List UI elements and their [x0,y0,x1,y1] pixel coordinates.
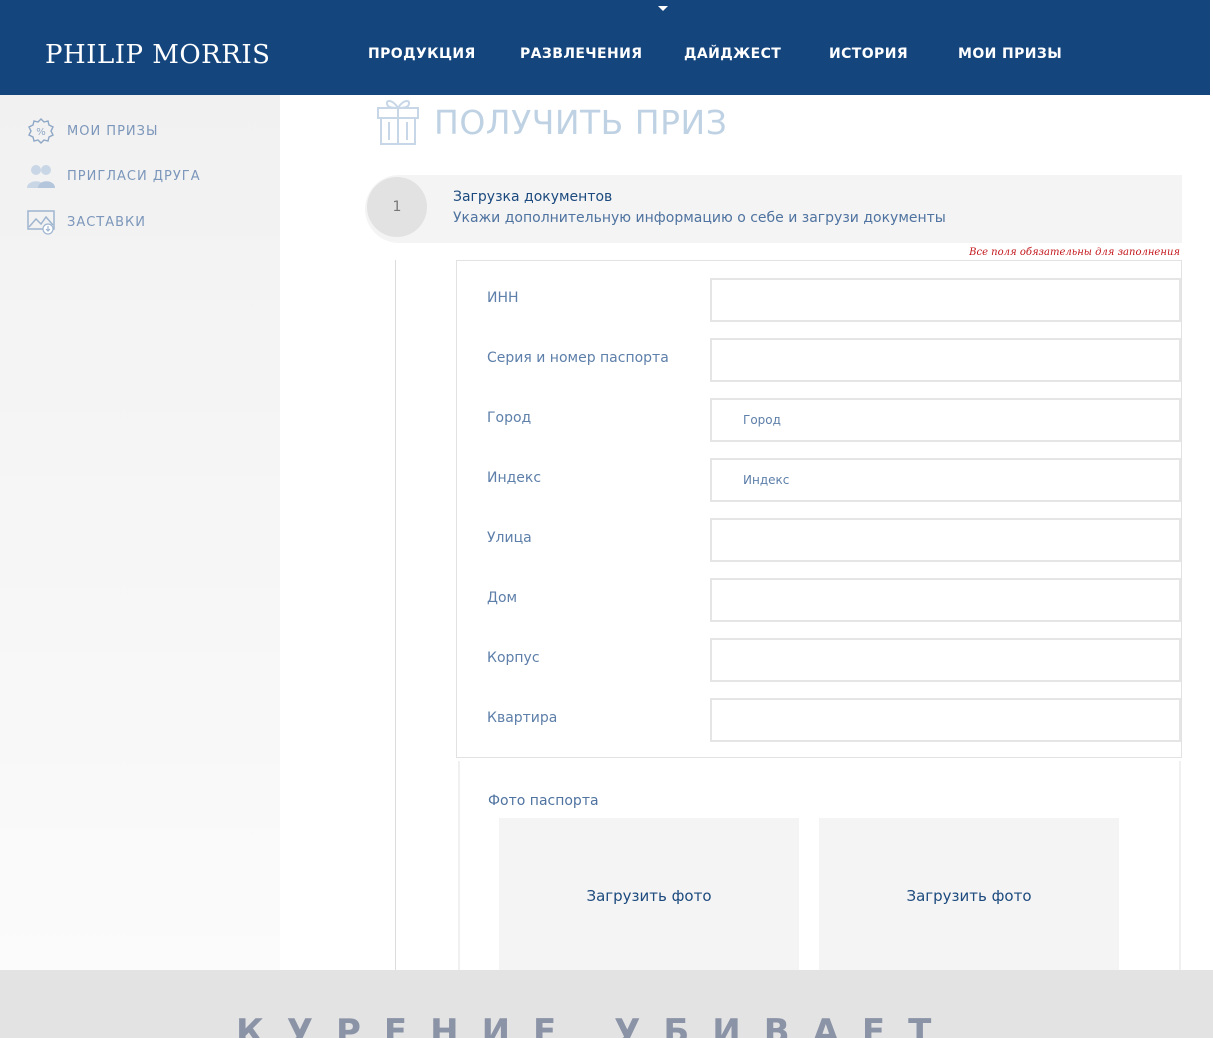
nav-item-history[interactable]: ИСТОРИЯ [829,46,908,62]
street-input[interactable] [710,518,1181,562]
street-label: Улица [487,530,532,546]
step-subtitle: Укажи дополнительную информацию о себе и… [453,210,946,226]
nav-item-digest[interactable]: ДАЙДЖЕСТ [684,46,781,62]
sidebar-item-label: ЗАСТАВКИ [67,214,147,230]
required-fields-note: Все поля обязательны для заполнения [969,247,1180,258]
step-connector-line [395,260,396,971]
inn-input[interactable] [710,278,1181,322]
inn-label: ИНН [487,290,519,306]
postal-index-input[interactable] [710,458,1181,502]
passport-number-label: Серия и номер паспорта [487,350,669,366]
sidebar-item-label: МОИ ПРИЗЫ [67,123,159,139]
passport-number-input[interactable] [710,338,1181,382]
upload-photo-button-2[interactable]: Загрузить фото [819,818,1119,973]
sidebar-item-invite-friend[interactable]: ПРИГЛАСИ ДРУГА [26,161,201,191]
city-label: Город [487,410,532,426]
apartment-label: Квартира [487,710,558,726]
sidebar-item-my-prizes[interactable]: % МОИ ПРИЗЫ [26,116,158,146]
apartment-input[interactable] [710,698,1181,742]
postal-index-label: Индекс [487,470,542,486]
gift-icon [374,94,422,150]
page-title: ПОЛУЧИТЬ ПРИЗ [374,94,727,150]
upload-photo-button-1[interactable]: Загрузить фото [499,818,799,973]
passport-photo-title: Фото паспорта [488,793,599,809]
users-icon [26,161,56,191]
main-nav: ПРОДУКЦИЯ РАЗВЛЕЧЕНИЯ ДАЙДЖЕСТ ИСТОРИЯ М… [0,0,1210,95]
house-input[interactable] [710,578,1181,622]
upload-photo-label: Загрузить фото [586,886,712,905]
page-title-text: ПОЛУЧИТЬ ПРИЗ [434,102,728,142]
sidebar-item-label: ПРИГЛАСИ ДРУГА [67,168,201,184]
step-number-badge: 1 [367,177,427,237]
svg-text:%: % [36,127,46,138]
upload-photo-label: Загрузить фото [906,886,1032,905]
step-header[interactable] [365,175,1182,243]
city-input[interactable] [710,398,1181,442]
health-warning-text: КУРЕНИЕ УБИВАЕТ [236,1012,955,1038]
nav-item-products[interactable]: ПРОДУКЦИЯ [368,46,476,62]
house-label: Дом [487,590,518,606]
building-input[interactable] [710,638,1181,682]
nav-item-my-prizes[interactable]: МОИ ПРИЗЫ [958,46,1062,62]
sidebar-item-wallpapers[interactable]: ЗАСТАВКИ [26,207,146,237]
health-warning-banner: КУРЕНИЕ УБИВАЕТ [0,970,1213,1038]
nav-item-entertainment[interactable]: РАЗВЛЕЧЕНИЯ [520,46,642,62]
building-label: Корпус [487,650,540,666]
document-form [456,260,1182,758]
percent-badge-icon: % [26,116,56,146]
image-download-icon [26,207,56,237]
step-title: Загрузка документов [453,189,613,205]
top-navigation-bar: PHILIP MORRIS ПРОДУКЦИЯ РАЗВЛЕЧЕНИЯ ДАЙД… [0,0,1210,95]
